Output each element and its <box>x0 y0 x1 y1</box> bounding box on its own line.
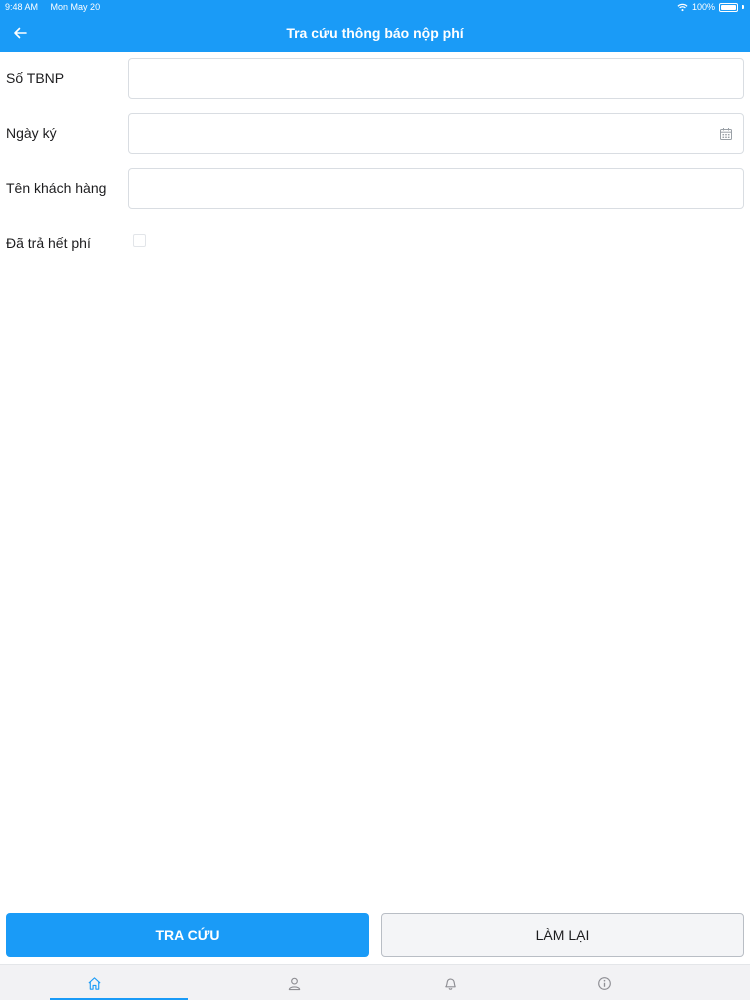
bell-icon <box>444 977 456 990</box>
tab-bar <box>0 964 750 1000</box>
sign-date-label: Ngày ký <box>6 125 57 141</box>
notice-number-input[interactable] <box>128 58 744 99</box>
status-bar: 9:48 AM Mon May 20 100% <box>0 0 750 14</box>
row-notice-number: Số TBNP <box>0 58 750 100</box>
battery-percent: 100% <box>691 2 715 12</box>
notice-number-label: Số TBNP <box>6 70 65 86</box>
fully-paid-label: Đã trả hết phí <box>6 235 91 251</box>
status-time: 9:48 AM <box>5 2 39 12</box>
sign-date-input[interactable] <box>128 113 744 154</box>
tab-home[interactable] <box>0 965 188 1000</box>
calendar-icon[interactable] <box>719 127 733 141</box>
page-title: Tra cứu thông báo nộp phí <box>286 25 464 41</box>
fully-paid-checkbox[interactable] <box>133 234 146 247</box>
battery-tip <box>742 5 744 9</box>
status-date: Mon May 20 <box>50 2 101 12</box>
row-fully-paid: Đã trả hết phí <box>0 223 750 265</box>
tab-info[interactable] <box>510 965 698 1000</box>
battery-icon <box>719 2 738 12</box>
reset-button[interactable]: LÀM LẠI <box>381 913 744 957</box>
row-sign-date: Ngày ký <box>0 113 750 155</box>
wifi-icon <box>677 3 688 11</box>
info-icon <box>597 976 611 990</box>
nav-bar: Tra cứu thông báo nộp phí <box>0 14 750 52</box>
customer-name-label: Tên khách hàng <box>6 180 107 196</box>
row-customer-name: Tên khách hàng <box>0 168 750 210</box>
action-bar: TRA CỨU LÀM LẠI <box>0 913 750 958</box>
search-button[interactable]: TRA CỨU <box>6 913 369 957</box>
user-icon <box>288 977 300 990</box>
customer-name-input[interactable] <box>128 168 744 209</box>
home-icon <box>87 976 101 990</box>
